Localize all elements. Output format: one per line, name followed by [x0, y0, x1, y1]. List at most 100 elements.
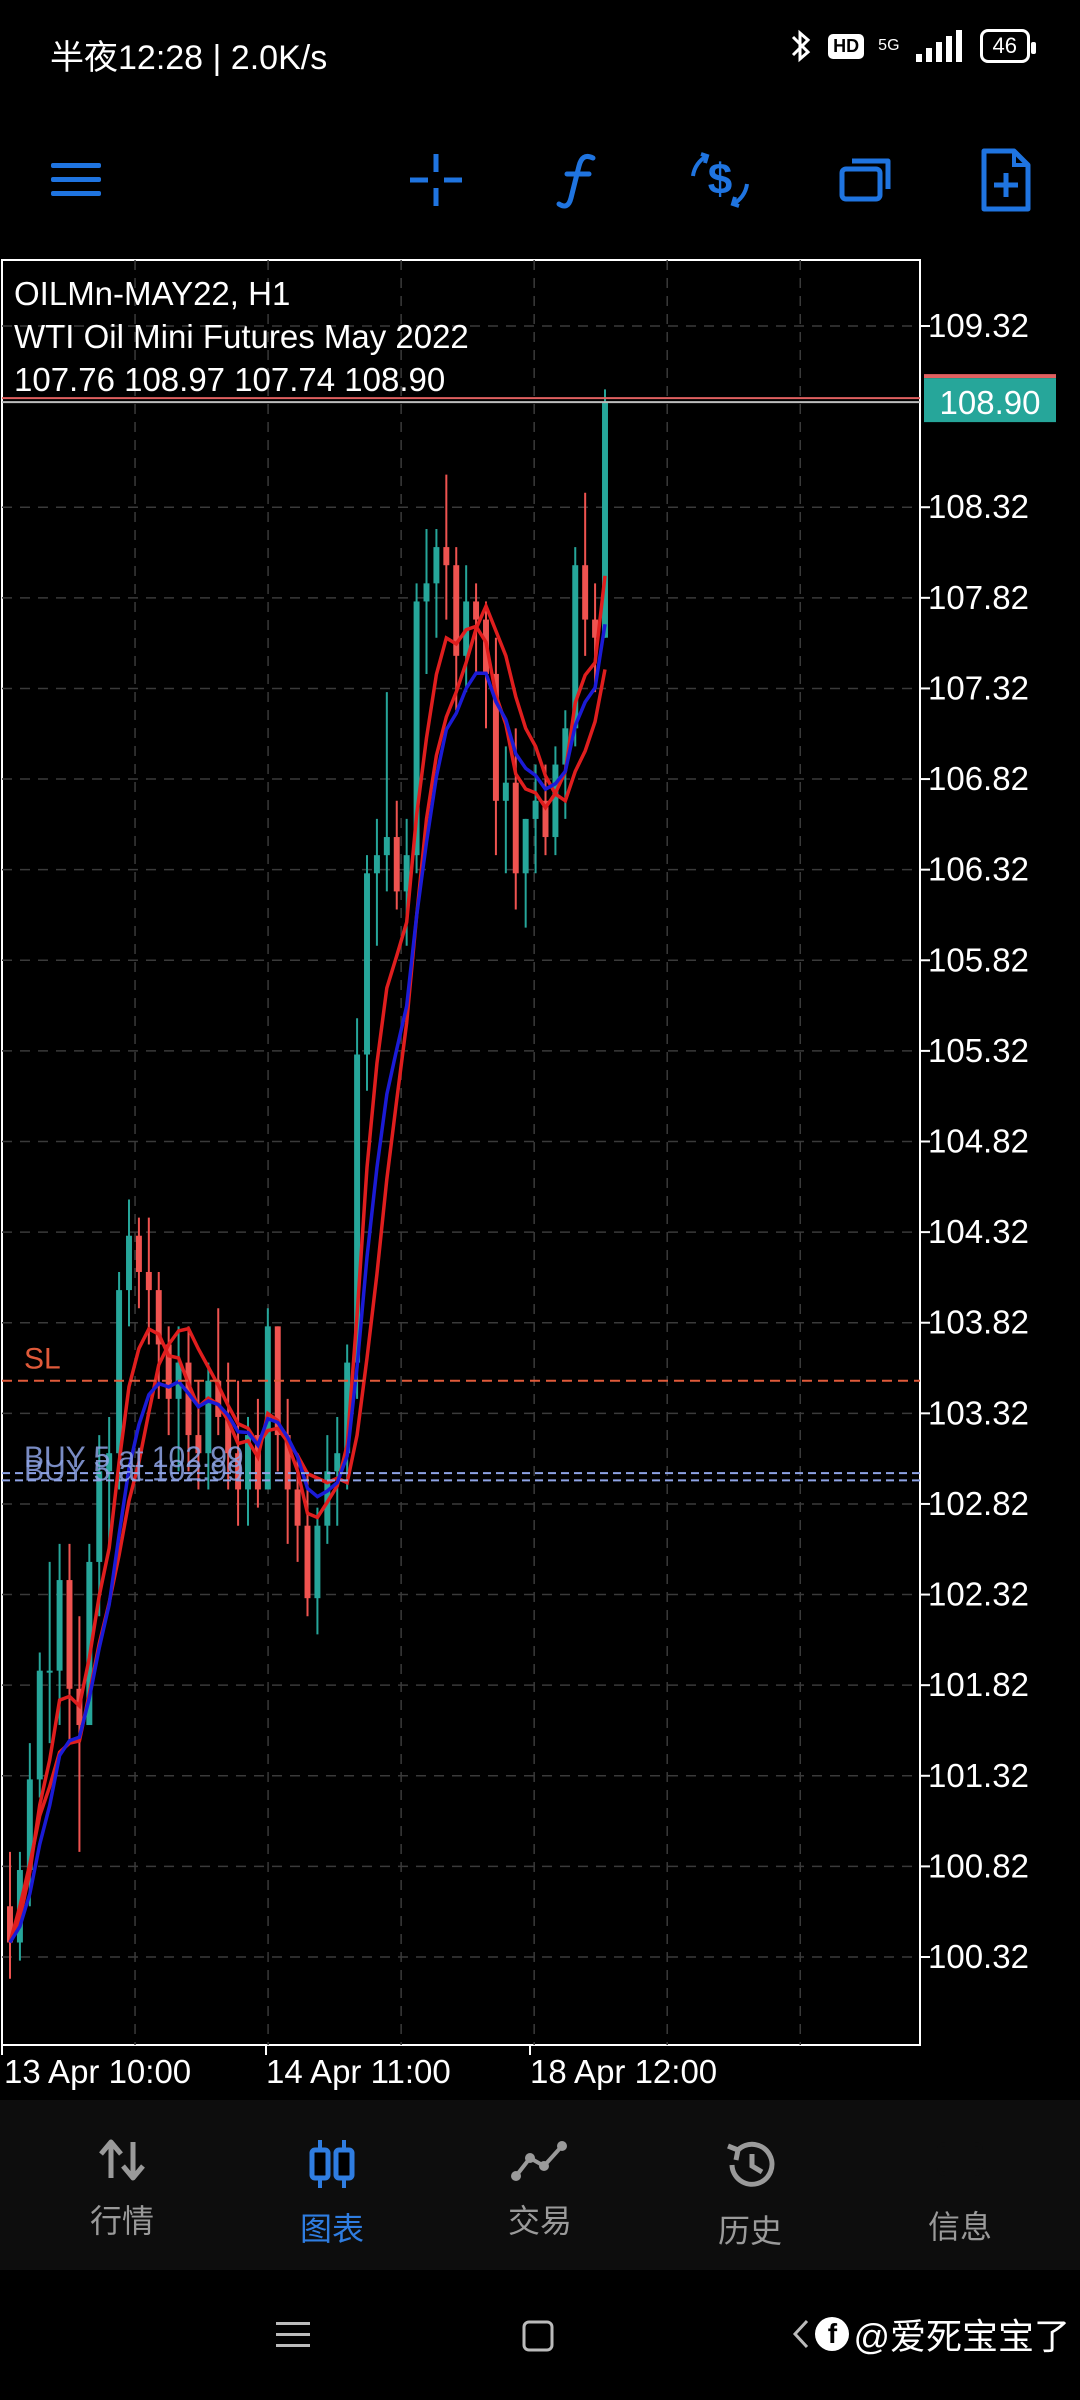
nav-label: 图表	[299, 2211, 364, 2247]
candle-body	[383, 837, 390, 856]
y-tick-label: 103.82	[928, 1304, 1029, 1341]
candle-body	[126, 1235, 132, 1291]
y-tick-label: 102.82	[928, 1485, 1029, 1522]
symbol-change-button[interactable]: $	[680, 140, 760, 220]
chart-icon	[309, 2140, 355, 2188]
quotes-icon	[99, 2139, 145, 2181]
crosshair-button[interactable]	[396, 140, 476, 220]
menu-icon	[51, 163, 101, 196]
network-type: 5G	[878, 37, 900, 54]
candle-body	[473, 601, 480, 620]
candle-body	[36, 1670, 43, 1780]
candle-body	[135, 1235, 142, 1272]
candle-body	[433, 547, 440, 584]
stop-loss-label: SL	[24, 1343, 61, 1376]
y-tick-label: 104.82	[928, 1123, 1029, 1160]
watermark-text: @爱死宝宝了	[853, 2316, 1070, 2357]
price-chart[interactable]: 109.32 108.32 107.82 107.32 106.82 106.32 105.…	[0, 255, 1080, 2055]
bottom-navigation: 行情 图表 交易 历史 信息	[0, 2100, 1080, 2270]
candle-body	[314, 1525, 321, 1599]
timeframe-windows-button[interactable]	[826, 140, 906, 220]
candle-body	[582, 565, 589, 620]
y-tick-label: 106.82	[928, 760, 1029, 797]
y-tick-label: 100.82	[928, 1847, 1029, 1884]
y-tick-label: 105.82	[928, 941, 1029, 978]
nav-label: 历史	[717, 2213, 782, 2249]
y-tick-label: 101.32	[928, 1757, 1029, 1794]
nav-item-trade[interactable]: 交易	[460, 2138, 620, 2242]
y-tick-label: 105.32	[928, 1032, 1029, 1069]
chart-frame	[1, 259, 921, 2046]
candle-body	[304, 1525, 311, 1599]
watermark: f @爱死宝宝了	[791, 2308, 1070, 2360]
nav-item-history[interactable]: 历史	[670, 2138, 830, 2252]
nav-label: 行情	[89, 2203, 154, 2239]
candle-body	[145, 1271, 152, 1291]
candle-body	[423, 583, 430, 602]
symbol-description: WTI Oil Mini Futures May 2022	[14, 318, 469, 355]
candle-body	[264, 1326, 271, 1490]
status-icons: HD 5G 46	[788, 28, 1037, 64]
current-price-label: 108.90	[940, 384, 1041, 421]
signal-icon	[915, 30, 962, 62]
trade-icon	[511, 2141, 567, 2181]
y-tick-label: 103.32	[928, 1394, 1029, 1431]
battery-icon: 46	[979, 29, 1037, 63]
candle-body	[46, 1670, 53, 1673]
symbol-change-icon: $	[691, 152, 749, 208]
y-tick-label: 100.32	[928, 1938, 1029, 1975]
candle-body	[373, 855, 380, 874]
symbol-timeframe: OILMn-MAY22, H1	[14, 275, 291, 312]
y-tick-label: 107.82	[928, 579, 1029, 616]
recent-apps-icon[interactable]	[276, 2320, 310, 2350]
new-order-icon	[981, 148, 1031, 212]
new-order-button[interactable]	[966, 140, 1046, 220]
nav-label: 交易	[507, 2203, 572, 2239]
ask-price-marker	[924, 374, 1056, 379]
menu-button[interactable]	[36, 140, 116, 220]
facebook-logo-icon: f	[815, 2317, 850, 2351]
chart-info: OILMn-MAY22, H1 WTI Oil Mini Futures May…	[14, 272, 469, 401]
y-tick-label: 109.32	[928, 307, 1029, 344]
buy-order-label: BUY 5 at 102.99	[24, 1454, 244, 1487]
svg-text:$: $	[708, 155, 732, 204]
nav-item-chart[interactable]: 图表	[252, 2138, 412, 2250]
indicator-function-icon	[556, 153, 596, 209]
crosshair-icon	[410, 154, 462, 206]
nav-item-messages[interactable]: 信息	[880, 2138, 1040, 2248]
y-tick-label: 104.32	[928, 1213, 1029, 1250]
candle-body	[532, 800, 539, 819]
candle-body	[294, 1489, 301, 1526]
candle-body	[393, 837, 400, 892]
candle-body	[116, 1290, 123, 1454]
y-tick-label: 106.32	[928, 851, 1029, 888]
bluetooth-icon	[792, 29, 811, 63]
y-tick-label: 107.32	[928, 669, 1029, 706]
nav-label: 信息	[927, 2209, 992, 2245]
nav-item-quotes[interactable]: 行情	[42, 2138, 202, 2242]
candle-body	[443, 547, 450, 566]
candle-body	[56, 1580, 63, 1671]
status-bar: 半夜12:28 | 2.0K/s HD 5G 46	[0, 0, 1080, 110]
ohlc-values: 107.76 108.97 107.74 108.90	[14, 361, 446, 398]
hd-icon: HD	[828, 33, 865, 59]
y-tick-label: 101.82	[928, 1666, 1029, 1703]
x-tick-label: 14 Apr 11:00	[266, 2053, 451, 2090]
x-tick-label: 13 Apr 10:00	[4, 2053, 192, 2090]
back-chevron-icon[interactable]	[791, 2317, 811, 2351]
chart-toolbar: $	[0, 130, 1080, 230]
x-tick-label: 18 Apr 12:00	[530, 2053, 718, 2090]
status-time: 半夜12:28 | 2.0K/s	[50, 39, 328, 77]
candle-body	[552, 764, 559, 838]
home-icon[interactable]	[522, 2320, 554, 2352]
candle-body	[334, 1453, 341, 1472]
y-tick-label: 108.32	[928, 488, 1029, 525]
timeframe-windows-icon	[839, 158, 891, 202]
candle-body	[66, 1580, 73, 1689]
indicators-button[interactable]	[538, 140, 618, 220]
y-tick-label: 102.32	[928, 1576, 1029, 1613]
candle-body	[522, 818, 529, 874]
candle-body	[512, 782, 519, 874]
history-icon	[727, 2141, 775, 2187]
candle-body	[502, 782, 509, 801]
